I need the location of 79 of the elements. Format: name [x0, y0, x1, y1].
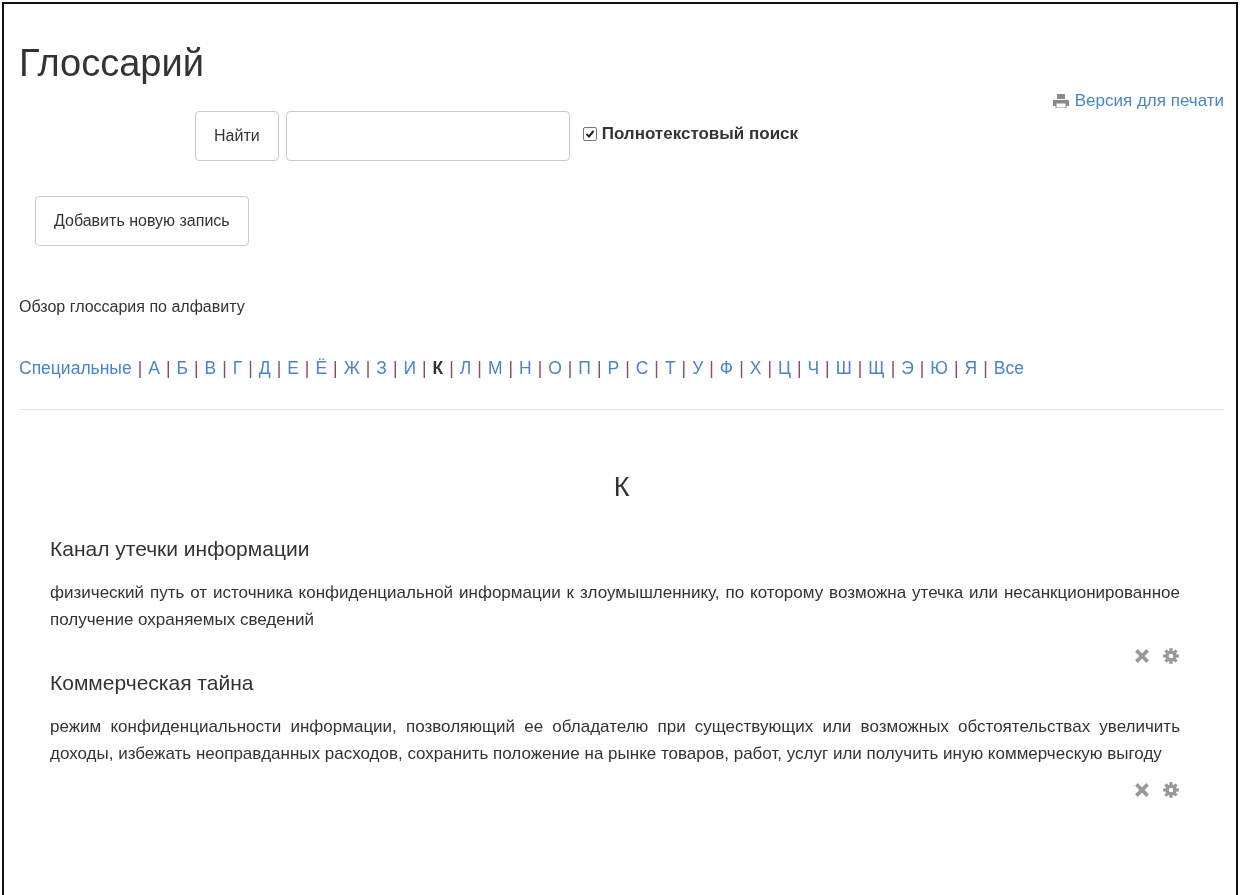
letter-link[interactable]: С [635, 358, 649, 379]
current-letter: К [432, 358, 444, 379]
letter-link[interactable]: Ж [343, 358, 360, 379]
letter-link[interactable]: Г [232, 358, 243, 379]
letter-link[interactable]: У [692, 358, 704, 379]
separator: | [508, 358, 513, 379]
print-version-link[interactable]: Версия для печати [1052, 91, 1224, 111]
separator: | [825, 358, 830, 379]
letter-link[interactable]: Е [287, 358, 299, 379]
letter-link[interactable]: О [548, 358, 562, 379]
entry-definition: физический путь от источника конфиденциальной информации к злоумышленнику, по которому возможна утечка или несанкционированное получение охраняемых сведений [50, 582, 1180, 631]
entry-definition: режим конфиденциальности информации, позволяющий ее обладателю при существующих или возможных обстоятельствах увеличить доходы, избежать неоправданных расходов, сохранить положение на рынке товаров, работ, услуг или получить иную коммерческую выгоду [50, 716, 1180, 765]
letter-link[interactable]: Ф [719, 358, 734, 379]
letter-link[interactable]: Я [964, 358, 978, 379]
gear-icon[interactable] [1162, 781, 1180, 799]
separator: | [796, 358, 802, 379]
separator: | [365, 358, 371, 379]
separator: | [248, 358, 253, 379]
fulltext-label: Полнотекстовый поиск [601, 124, 799, 144]
separator: | [537, 358, 543, 379]
separator: | [276, 358, 282, 379]
entry-term: Канал утечки информации [50, 537, 310, 561]
browse-label: Обзор глоссария по алфавиту [19, 298, 245, 316]
gear-icon[interactable] [1162, 647, 1180, 665]
letter-link[interactable]: И [403, 358, 417, 379]
letter-link[interactable]: Р [607, 358, 620, 379]
separator: | [477, 358, 482, 379]
separator: | [193, 358, 199, 379]
letter-link[interactable]: Л [459, 358, 472, 379]
separator: | [137, 358, 143, 379]
letter-link[interactable]: А [148, 358, 160, 379]
page-title: Глоссарий [19, 42, 204, 85]
separator: | [596, 358, 602, 379]
separator: | [654, 358, 659, 379]
separator: | [857, 358, 863, 379]
printer-icon [1052, 94, 1069, 108]
letter-link[interactable]: Ю [930, 358, 948, 379]
separator: | [567, 358, 573, 379]
separator: | [983, 358, 988, 379]
separator: | [304, 358, 310, 379]
letter-link[interactable]: Т [664, 358, 676, 379]
delete-icon[interactable] [1133, 781, 1151, 799]
letter-link[interactable]: Б [176, 358, 188, 379]
letter-link[interactable]: Щ [868, 358, 885, 379]
separator: | [222, 358, 227, 379]
separator: | [767, 358, 772, 379]
letter-heading: К [613, 472, 630, 502]
letter-link[interactable]: М [487, 358, 503, 379]
letter-link[interactable]: Все [993, 358, 1024, 379]
entry-term: Коммерческая тайна [50, 671, 254, 695]
separator: | [165, 358, 171, 379]
letter-link[interactable]: Ч [807, 358, 820, 379]
letter-link[interactable]: Ц [777, 358, 791, 379]
letter-link[interactable]: Д [258, 358, 271, 379]
separator: | [954, 358, 959, 379]
fulltext-checkbox[interactable] [582, 127, 597, 141]
add-entry-button[interactable]: Добавить новую запись [35, 196, 249, 246]
separator: | [919, 358, 925, 379]
search-field[interactable] [285, 111, 570, 161]
separator: | [392, 358, 398, 379]
separator: | [422, 358, 427, 379]
letter-link[interactable]: Ш [835, 358, 852, 379]
letter-link[interactable]: Х [749, 358, 762, 379]
separator: | [890, 358, 896, 379]
letter-link[interactable]: Специальные [19, 358, 132, 379]
separator: | [739, 358, 744, 379]
separator: | [333, 358, 338, 379]
letter-link[interactable]: Ё [315, 358, 328, 379]
letter-link[interactable]: З [376, 358, 387, 379]
separator: | [625, 358, 630, 379]
delete-icon[interactable] [1133, 647, 1151, 665]
separator: | [449, 358, 454, 379]
search-button[interactable]: Найти [195, 111, 279, 161]
separator: | [709, 358, 714, 379]
separator: | [681, 358, 687, 379]
letter-link[interactable]: Э [901, 358, 914, 379]
letter-link[interactable]: Н [519, 358, 532, 379]
letter-link[interactable]: В [204, 358, 217, 379]
letter-link[interactable]: П [578, 358, 591, 379]
